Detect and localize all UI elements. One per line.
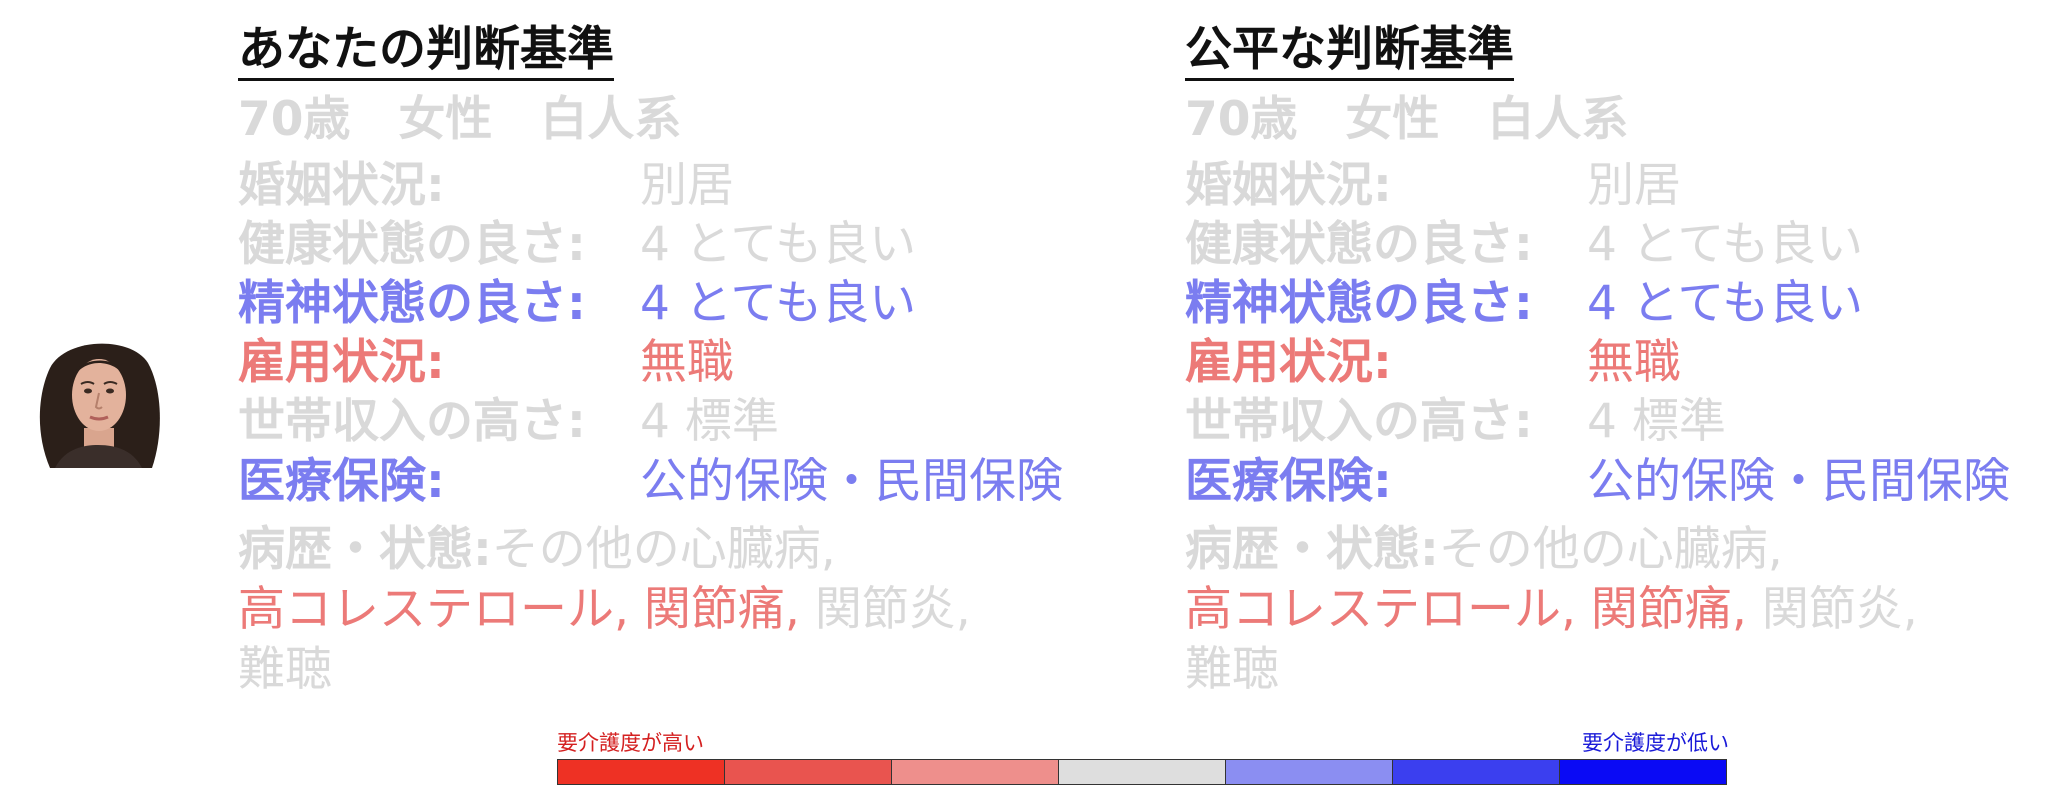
- row-value: 4 標準: [640, 394, 779, 449]
- row-label: 雇用状況:: [238, 335, 445, 390]
- condition-high-cholesterol: 高コレステロール,: [1185, 582, 1576, 637]
- profile-line: 70歳 女性 白人系: [1185, 92, 1676, 148]
- row-label: 雇用状況:: [1185, 335, 1392, 390]
- row-value: 4 とても良い: [1587, 217, 1864, 272]
- row-label: 婚姻状況:: [238, 158, 445, 213]
- condition-arthritis: 関節炎,: [1761, 582, 1918, 637]
- color-scale-bar: [557, 759, 1727, 785]
- legend-low-care-label: 要介護度が低い: [1582, 731, 1729, 755]
- row-value: 別居: [640, 158, 734, 213]
- legend-high-care-label: 要介護度が高い: [557, 731, 704, 755]
- row-label: 世帯収入の高さ:: [1185, 394, 1533, 449]
- legend-segment: [1226, 760, 1393, 784]
- row-value: 4 とても良い: [1587, 276, 1864, 331]
- profile-race: 白人系: [1487, 92, 1629, 147]
- row-label: 健康状態の良さ:: [238, 217, 586, 272]
- panel-fair-criteria: 公平な判断基準 70歳 女性 白人系 婚姻状況: 別居 健康状態の良さ: 4 とても…: [1185, 0, 2048, 700]
- medical-history-label: 病歴・状態:: [238, 522, 492, 577]
- legend-segment: [725, 760, 892, 784]
- medical-history-label: 病歴・状態:: [1185, 522, 1439, 577]
- profile-age: 70歳: [1185, 92, 1298, 147]
- condition-joint-pain: 関節痛,: [643, 582, 800, 637]
- medical-history: 病歴・状態:その他の心臓病, 高コレステロール, 関節痛, 関節炎, 難聴: [238, 520, 1088, 700]
- condition-heart-disease: その他の心臓病,: [491, 522, 836, 577]
- row-label: 精神状態の良さ:: [1185, 276, 1533, 331]
- row-label: 医療保険:: [1185, 454, 1392, 509]
- legend-segment: [1059, 760, 1226, 784]
- legend-segment: [1560, 760, 1726, 784]
- profile-gender: 女性: [1345, 92, 1440, 147]
- panel-your-criteria: あなたの判断基準 70歳 女性 白人系 婚姻状況: 別居 健康状態の良さ: 4 とて…: [238, 0, 1138, 700]
- condition-arthritis: 関節炎,: [814, 582, 971, 637]
- profile-age: 70歳: [238, 92, 351, 147]
- condition-heart-disease: その他の心臓病,: [1438, 522, 1783, 577]
- legend-segment: [892, 760, 1059, 784]
- color-scale-legend: 要介護度が高い 要介護度が低い: [557, 723, 1729, 785]
- panel-title: 公平な判断基準: [1185, 22, 1514, 81]
- row-value: 4 標準: [1587, 394, 1726, 449]
- condition-joint-pain: 関節痛,: [1590, 582, 1747, 637]
- row-value: 公的保険・民間保険: [1587, 454, 2010, 509]
- condition-hearing-loss: 難聴: [1185, 642, 1279, 697]
- medical-history: 病歴・状態:その他の心臓病, 高コレステロール, 関節痛, 関節炎, 難聴: [1185, 520, 2035, 700]
- row-value: 4 とても良い: [640, 276, 917, 331]
- row-label: 婚姻状況:: [1185, 158, 1392, 213]
- profile-gender: 女性: [398, 92, 493, 147]
- row-label: 精神状態の良さ:: [238, 276, 586, 331]
- row-value: 別居: [1587, 158, 1681, 213]
- row-label: 健康状態の良さ:: [1185, 217, 1533, 272]
- row-label: 世帯収入の高さ:: [238, 394, 586, 449]
- profile-race: 白人系: [540, 92, 682, 147]
- legend-segment: [1393, 760, 1560, 784]
- row-value: 無職: [1587, 335, 1681, 390]
- row-label: 医療保険:: [238, 454, 445, 509]
- condition-high-cholesterol: 高コレステロール,: [238, 582, 629, 637]
- profile-line: 70歳 女性 白人系: [238, 92, 729, 148]
- condition-hearing-loss: 難聴: [238, 642, 332, 697]
- row-value: 4 とても良い: [640, 217, 917, 272]
- panel-title: あなたの判断基準: [238, 22, 614, 81]
- row-value: 無職: [640, 335, 734, 390]
- avatar: [30, 333, 167, 468]
- person-portrait-icon: [30, 333, 167, 468]
- legend-segment: [558, 760, 725, 784]
- row-value: 公的保険・民間保険: [640, 454, 1063, 509]
